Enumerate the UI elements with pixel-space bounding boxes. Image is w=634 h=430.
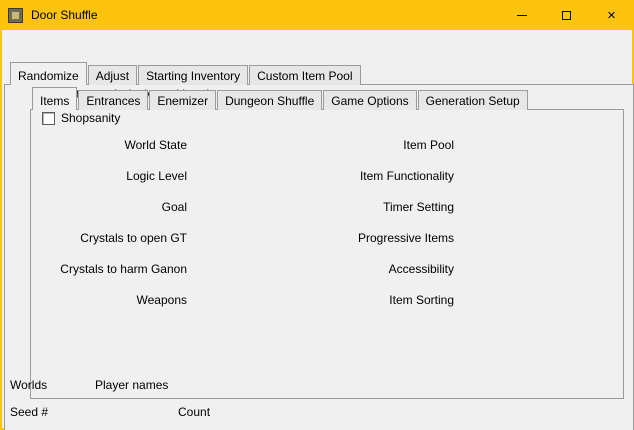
close-button[interactable]: × bbox=[589, 0, 634, 30]
worlds-label: Worlds bbox=[10, 374, 47, 396]
tab-dungeon-shuffle[interactable]: Dungeon Shuffle bbox=[217, 90, 322, 110]
crystals-ganon-label: Crystals to harm Ganon bbox=[32, 258, 187, 281]
accessibility-label: Accessibility bbox=[332, 258, 454, 281]
tab-custom-item-pool[interactable]: Custom Item Pool bbox=[249, 65, 360, 85]
shopsanity-label: Shopsanity bbox=[61, 111, 120, 125]
app-icon bbox=[8, 8, 23, 23]
tab-adjust[interactable]: Adjust bbox=[88, 65, 137, 85]
minimize-button[interactable] bbox=[499, 0, 544, 30]
window-controls: × bbox=[499, 0, 634, 30]
window-client-area: Randomize Adjust Starting Inventory Cust… bbox=[2, 30, 632, 428]
close-icon: × bbox=[607, 8, 616, 23]
logic-level-label: Logic Level bbox=[32, 165, 187, 188]
primary-tabs: Randomize Adjust Starting Inventory Cust… bbox=[10, 62, 362, 85]
window-title: Door Shuffle bbox=[31, 8, 98, 22]
maximize-button[interactable] bbox=[544, 0, 589, 30]
tab-enemizer[interactable]: Enemizer bbox=[149, 90, 216, 110]
item-pool-label: Item Pool bbox=[332, 134, 454, 157]
player-names-label: Player names bbox=[95, 374, 168, 396]
tab-generation-setup[interactable]: Generation Setup bbox=[418, 90, 528, 110]
app-window: Door Shuffle × Randomize Adjust Starting… bbox=[0, 0, 634, 430]
tab-entrances[interactable]: Entrances bbox=[78, 90, 148, 110]
item-functionality-label: Item Functionality bbox=[332, 165, 454, 188]
shopsanity-checkbox[interactable]: Shopsanity bbox=[42, 111, 120, 125]
tab-starting-inventory[interactable]: Starting Inventory bbox=[138, 65, 248, 85]
secondary-tabs: Items Entrances Enemizer Dungeon Shuffle… bbox=[32, 87, 529, 110]
weapons-label: Weapons bbox=[32, 289, 187, 312]
titlebar: Door Shuffle × bbox=[0, 0, 634, 30]
seed-label: Seed # bbox=[10, 401, 48, 423]
goal-label: Goal bbox=[32, 196, 187, 219]
tab-game-options[interactable]: Game Options bbox=[323, 90, 416, 110]
crystals-gt-label: Crystals to open GT bbox=[32, 227, 187, 250]
minimize-icon bbox=[517, 15, 527, 16]
timer-setting-label: Timer Setting bbox=[332, 196, 454, 219]
maximize-icon bbox=[562, 11, 571, 20]
shopsanity-checkbox-box[interactable] bbox=[42, 112, 55, 125]
world-state-label: World State bbox=[32, 134, 187, 157]
item-sorting-label: Item Sorting bbox=[332, 289, 454, 312]
tab-items[interactable]: Items bbox=[32, 87, 77, 110]
progressive-items-label: Progressive Items bbox=[332, 227, 454, 250]
count-label: Count bbox=[178, 401, 210, 423]
tab-randomize[interactable]: Randomize bbox=[10, 62, 87, 85]
